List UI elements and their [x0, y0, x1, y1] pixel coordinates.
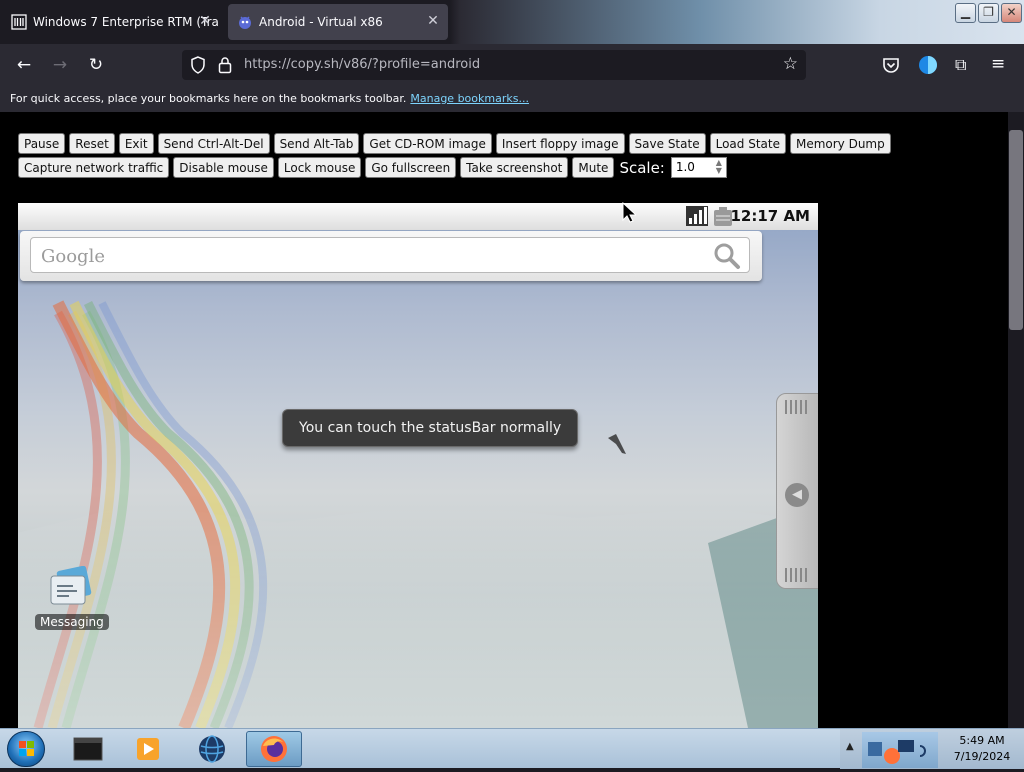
- wallpaper-rainbow: [18, 300, 818, 728]
- messaging-label[interactable]: Messaging: [35, 614, 109, 630]
- google-search-widget[interactable]: Google: [20, 231, 762, 281]
- grip-icon: [785, 568, 809, 582]
- account-icon[interactable]: [918, 55, 938, 79]
- send-alt-tab-button[interactable]: Send Alt-Tab: [273, 133, 360, 154]
- scrollbar-thumb[interactable]: [1009, 130, 1023, 330]
- navigation-toolbar: ← → ↻ https://copy.sh/v86/?profile=andro…: [0, 44, 1024, 86]
- load-state-button[interactable]: Load State: [709, 133, 786, 154]
- go-fullscreen-button[interactable]: Go fullscreen: [365, 157, 457, 178]
- android-status-bar[interactable]: 12:17 AM: [18, 203, 818, 230]
- close-icon[interactable]: ✕: [424, 13, 442, 29]
- insert-floppy-button[interactable]: Insert floppy image: [495, 133, 625, 154]
- media-player-icon[interactable]: [120, 731, 176, 767]
- close-icon[interactable]: ✕: [196, 13, 214, 29]
- pocket-icon[interactable]: [882, 56, 900, 78]
- scale-label: Scale:: [619, 158, 665, 177]
- android-screen[interactable]: 12:17 AM Google You can touch the status…: [18, 203, 818, 728]
- reload-icon[interactable]: ↻: [84, 53, 108, 77]
- tab-android[interactable]: Android - Virtual x86 ✕: [228, 4, 448, 40]
- memory-dump-button[interactable]: Memory Dump: [789, 133, 891, 154]
- mute-button[interactable]: Mute: [572, 157, 615, 178]
- search-icon[interactable]: [713, 242, 741, 274]
- status-clock: 12:17 AM: [730, 207, 810, 225]
- control-row-2: Capture network traffic Disable mouse Lo…: [18, 157, 727, 178]
- url-text: https://copy.sh/v86/?profile=android: [244, 57, 481, 72]
- mouse-cursor-icon: [622, 202, 636, 223]
- tab-title: Windows 7 Enterprise RTM (Tra: [33, 15, 219, 29]
- show-hidden-icons-icon[interactable]: ▲: [846, 741, 854, 752]
- grip-icon: [785, 400, 809, 414]
- system-tray: ▲ 5:49 AM 7/19/2024: [840, 729, 1024, 769]
- messaging-icon[interactable]: [45, 565, 95, 610]
- reset-button[interactable]: Reset: [69, 133, 115, 154]
- taskbar-date: 7/19/2024: [953, 750, 1011, 763]
- bookmark-star-icon[interactable]: ☆: [783, 54, 798, 74]
- tab-windows7[interactable]: Windows 7 Enterprise RTM (Tra ✕: [2, 4, 220, 40]
- get-cdrom-image-button[interactable]: Get CD-ROM image: [363, 133, 492, 154]
- send-ctrl-alt-del-button[interactable]: Send Ctrl-Alt-Del: [157, 133, 270, 154]
- taskbar-time: 5:49 AM: [959, 734, 1005, 747]
- capture-network-button[interactable]: Capture network traffic: [18, 157, 170, 178]
- taskbar-clock[interactable]: 5:49 AM 7/19/2024: [944, 733, 1020, 765]
- pause-button[interactable]: Pause: [18, 133, 66, 154]
- address-bar[interactable]: https://copy.sh/v86/?profile=android ☆: [182, 50, 806, 80]
- windows-taskbar: ▲ 5:49 AM 7/19/2024: [0, 728, 1024, 769]
- signal-icon: [686, 206, 708, 230]
- toast-message: You can touch the statusBar normally: [282, 409, 579, 447]
- start-button[interactable]: [7, 731, 45, 767]
- museum-icon: [11, 14, 27, 30]
- scale-value: 1.0: [675, 160, 695, 174]
- google-search-input[interactable]: Google: [30, 237, 750, 273]
- manage-bookmarks-link[interactable]: Manage bookmarks...: [410, 92, 529, 105]
- menu-icon[interactable]: ≡: [991, 54, 1005, 74]
- window-close-button[interactable]: ✕: [1001, 3, 1022, 23]
- lock-mouse-button[interactable]: Lock mouse: [277, 157, 362, 178]
- save-state-button[interactable]: Save State: [628, 133, 706, 154]
- extensions-icon[interactable]: ⧉: [955, 55, 966, 75]
- terminal-icon[interactable]: [60, 731, 116, 767]
- bookmarks-toolbar: For quick access, place your bookmarks h…: [0, 86, 1024, 112]
- v86-icon: [237, 14, 253, 30]
- browser-tab-bar: Windows 7 Enterprise RTM (Tra ✕ Android …: [0, 0, 1024, 44]
- back-icon[interactable]: ←: [12, 53, 36, 77]
- bookmarks-hint: For quick access, place your bookmarks h…: [10, 92, 407, 105]
- spinner-icon[interactable]: ▲ ▼: [716, 159, 722, 175]
- chevron-left-icon: ◀: [785, 483, 809, 507]
- scale-input[interactable]: 1.0 ▲ ▼: [670, 157, 727, 178]
- control-row-1: Pause Reset Exit Send Ctrl-Alt-Del Send …: [18, 133, 895, 154]
- firefox-icon[interactable]: [246, 731, 302, 767]
- app-drawer-handle[interactable]: ◀: [776, 393, 818, 589]
- search-placeholder: Google: [41, 246, 105, 267]
- forward-icon[interactable]: →: [48, 53, 72, 77]
- tab-title: Android - Virtual x86: [259, 15, 383, 29]
- lock-icon[interactable]: [218, 56, 232, 78]
- restore-button[interactable]: ❐: [978, 3, 999, 23]
- tray-icons[interactable]: [862, 732, 938, 768]
- windows-logo-icon: [19, 741, 34, 756]
- minimize-button[interactable]: ▁: [955, 3, 976, 23]
- take-screenshot-button[interactable]: Take screenshot: [460, 157, 569, 178]
- disable-mouse-button[interactable]: Disable mouse: [173, 157, 274, 178]
- globe-icon[interactable]: [184, 731, 240, 767]
- exit-button[interactable]: Exit: [118, 133, 154, 154]
- shield-icon[interactable]: [190, 56, 206, 78]
